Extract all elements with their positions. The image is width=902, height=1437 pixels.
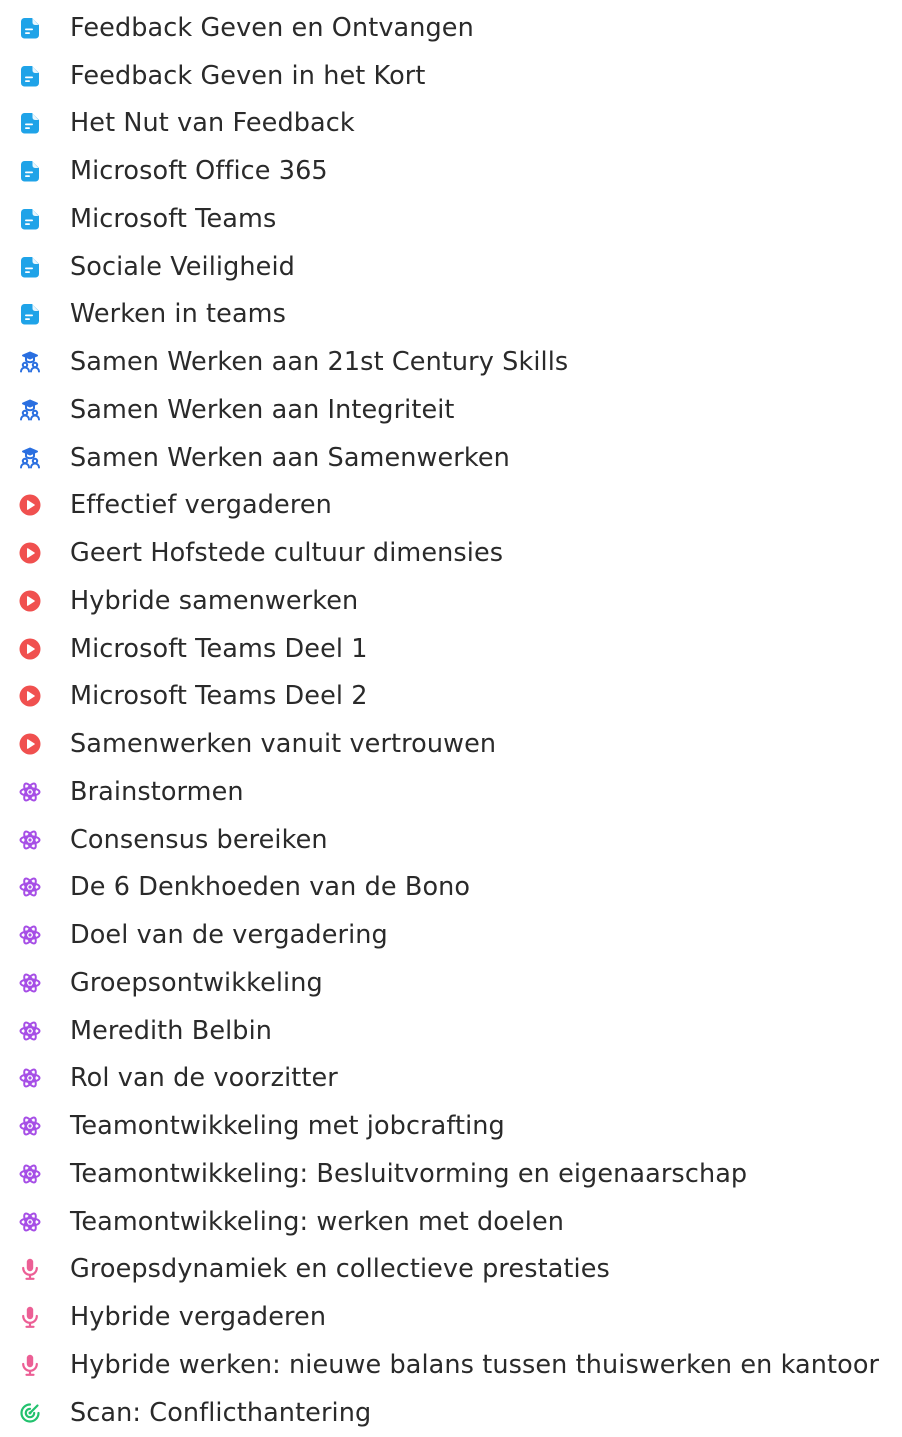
play-icon xyxy=(19,590,41,612)
document-icon xyxy=(19,160,41,182)
list-item-label: Groepsdynamiek en collectieve prestaties xyxy=(70,1254,610,1285)
atom-icon xyxy=(19,829,41,851)
list-item[interactable]: Hybride samenwerken xyxy=(0,577,902,625)
list-item[interactable]: Teamontwikkeling: Besluitvorming en eige… xyxy=(0,1150,902,1198)
list-item-label: Feedback Geven in het Kort xyxy=(70,60,426,91)
list-item[interactable]: Feedback Geven en Ontvangen xyxy=(0,4,902,52)
list-item-label: Sociale Veiligheid xyxy=(70,251,295,282)
atom-icon xyxy=(19,924,41,946)
list-item[interactable]: Doel van de vergadering xyxy=(0,911,902,959)
list-item[interactable]: De 6 Denkhoeden van de Bono xyxy=(0,864,902,912)
microphone-icon xyxy=(19,1354,41,1376)
atom-icon xyxy=(19,876,41,898)
document-icon xyxy=(19,112,41,134)
list-item-label: Consensus bereiken xyxy=(70,824,328,855)
document-icon xyxy=(19,256,41,278)
list-item[interactable]: Sociale Veiligheid xyxy=(0,243,902,291)
document-icon xyxy=(19,17,41,39)
list-item-label: Samen Werken aan Samenwerken xyxy=(70,442,510,473)
course-group-icon xyxy=(19,351,41,373)
list-item[interactable]: Hybride werken: nieuwe balans tussen thu… xyxy=(0,1341,902,1389)
list-item-label: Samen Werken aan 21st Century Skills xyxy=(70,347,569,378)
list-item-label: Meredith Belbin xyxy=(70,1015,273,1046)
list-item-label: Geert Hofstede cultuur dimensies xyxy=(70,538,504,569)
microphone-icon xyxy=(19,1258,41,1281)
list-item[interactable]: Samen Werken aan Integriteit xyxy=(0,386,902,434)
content-list: Feedback Geven en Ontvangen Feedback Geve… xyxy=(0,4,902,1437)
atom-icon xyxy=(19,1163,41,1185)
list-item[interactable]: Effectief vergaderen xyxy=(0,482,902,530)
atom-icon xyxy=(19,972,41,994)
list-item[interactable]: Het Nut van Feedback xyxy=(0,100,902,148)
list-item-label: Microsoft Teams Deel 2 xyxy=(70,681,368,712)
play-icon xyxy=(19,733,41,755)
list-item-label: Scan: Conflicthantering xyxy=(70,1397,372,1428)
list-item[interactable]: Groepsontwikkeling xyxy=(0,959,902,1007)
list-item-label: Samen Werken aan Integriteit xyxy=(70,394,455,425)
list-item-label: Microsoft Office 365 xyxy=(70,156,328,187)
list-item-label: Doel van de vergadering xyxy=(70,920,388,951)
atom-icon xyxy=(19,1211,41,1233)
list-item[interactable]: Microsoft Teams Deel 1 xyxy=(0,625,902,673)
list-item[interactable]: Consensus bereiken xyxy=(0,816,902,864)
list-item-label: Groepsontwikkeling xyxy=(70,967,323,998)
course-group-icon xyxy=(19,447,41,469)
play-icon xyxy=(19,494,41,516)
play-icon xyxy=(19,638,41,660)
list-item[interactable]: Microsoft Office 365 xyxy=(0,147,902,195)
atom-icon xyxy=(19,1020,41,1042)
document-icon xyxy=(19,65,41,87)
list-item-label: Teamontwikkeling: werken met doelen xyxy=(70,1206,565,1237)
list-item-label: Het Nut van Feedback xyxy=(70,108,355,139)
atom-icon xyxy=(19,1067,41,1089)
list-item-label: De 6 Denkhoeden van de Bono xyxy=(70,872,471,903)
list-item-label: Hybride werken: nieuwe balans tussen thu… xyxy=(70,1349,880,1380)
list-item-label: Hybride vergaderen xyxy=(70,1302,327,1333)
list-item[interactable]: Brainstormen xyxy=(0,768,902,816)
list-item[interactable]: Samenwerken vanuit vertrouwen xyxy=(0,720,902,768)
document-icon xyxy=(19,303,41,325)
atom-icon xyxy=(19,781,41,803)
play-icon xyxy=(19,542,41,564)
list-item-label: Samenwerken vanuit vertrouwen xyxy=(70,729,497,760)
list-item[interactable]: Microsoft Teams xyxy=(0,195,902,243)
microphone-icon xyxy=(19,1306,41,1329)
list-item[interactable]: Scan: Conflicthantering xyxy=(0,1389,902,1437)
list-item-label: Werken in teams xyxy=(70,299,286,330)
list-item[interactable]: Microsoft Teams Deel 2 xyxy=(0,673,902,721)
list-item[interactable]: Meredith Belbin xyxy=(0,1007,902,1055)
atom-icon xyxy=(19,1115,41,1137)
list-item[interactable]: Geert Hofstede cultuur dimensies xyxy=(0,529,902,577)
list-item-label: Feedback Geven en Ontvangen xyxy=(70,12,474,43)
list-item-label: Effectief vergaderen xyxy=(70,490,332,521)
list-item[interactable]: Teamontwikkeling met jobcrafting xyxy=(0,1102,902,1150)
document-icon xyxy=(19,208,41,230)
list-item-label: Teamontwikkeling met jobcrafting xyxy=(70,1111,505,1142)
play-icon xyxy=(19,685,41,707)
list-item[interactable]: Werken in teams xyxy=(0,291,902,339)
list-item[interactable]: Samen Werken aan 21st Century Skills xyxy=(0,338,902,386)
list-item[interactable]: Hybride vergaderen xyxy=(0,1293,902,1341)
list-item[interactable]: Feedback Geven in het Kort xyxy=(0,52,902,100)
list-item-label: Rol van de voorzitter xyxy=(70,1063,338,1094)
list-item-label: Brainstormen xyxy=(70,776,244,807)
course-group-icon xyxy=(19,399,41,421)
list-item-label: Microsoft Teams Deel 1 xyxy=(70,633,368,664)
list-item[interactable]: Teamontwikkeling: werken met doelen xyxy=(0,1198,902,1246)
list-item-label: Teamontwikkeling: Besluitvorming en eige… xyxy=(70,1158,748,1189)
list-item[interactable]: Groepsdynamiek en collectieve prestaties xyxy=(0,1246,902,1294)
scan-icon xyxy=(19,1402,41,1424)
list-item[interactable]: Samen Werken aan Samenwerken xyxy=(0,434,902,482)
list-item[interactable]: Rol van de voorzitter xyxy=(0,1055,902,1103)
list-item-label: Hybride samenwerken xyxy=(70,585,359,616)
list-item-label: Microsoft Teams xyxy=(70,203,277,234)
